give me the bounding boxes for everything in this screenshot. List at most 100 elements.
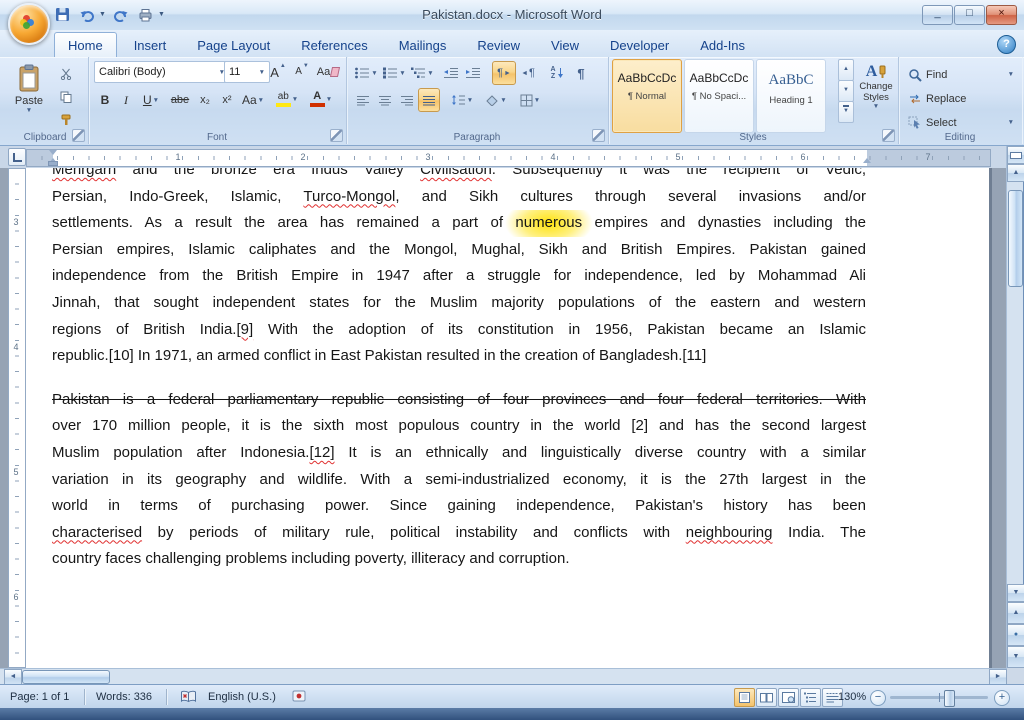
- print-layout-view-button[interactable]: [734, 688, 755, 707]
- increase-indent-button[interactable]: [462, 61, 484, 85]
- cut-button[interactable]: [52, 62, 80, 86]
- web-layout-view-button[interactable]: [778, 688, 799, 707]
- tab-mailings[interactable]: Mailings: [385, 32, 461, 57]
- tab-home[interactable]: Home: [54, 32, 117, 57]
- previous-page-button[interactable]: ▲: [1007, 602, 1024, 624]
- styles-dialog-launcher[interactable]: [882, 129, 895, 142]
- multilevel-list-button[interactable]: ▼: [408, 61, 436, 85]
- gallery-more-button[interactable]: ▼: [838, 101, 854, 123]
- show-hide-pilcrow-button[interactable]: ¶: [570, 61, 592, 85]
- numbering-button[interactable]: ▼: [380, 61, 408, 85]
- redo-button[interactable]: [111, 5, 131, 24]
- underline-button[interactable]: U ▼: [136, 88, 166, 112]
- horizontal-ruler[interactable]: 1 2 3 4 5 6 7: [26, 149, 991, 167]
- undo-button[interactable]: [77, 5, 97, 24]
- vertical-scroll-thumb[interactable]: [1008, 190, 1023, 287]
- font-dialog-launcher[interactable]: [330, 129, 343, 142]
- bold-button[interactable]: B: [94, 88, 116, 112]
- font-size-combo[interactable]: 11 ▼: [224, 61, 270, 83]
- word-count[interactable]: Words: 336: [92, 685, 156, 709]
- zoom-out-button[interactable]: −: [870, 690, 886, 706]
- line-spacing-button[interactable]: ▼: [446, 88, 478, 112]
- language-indicator[interactable]: English (U.S.): [204, 685, 280, 709]
- left-indent-marker[interactable]: [48, 161, 58, 166]
- tab-review[interactable]: Review: [463, 32, 534, 57]
- paste-button[interactable]: Paste ▼: [7, 59, 51, 139]
- zoom-slider[interactable]: [890, 690, 988, 707]
- tab-view[interactable]: View: [537, 32, 593, 57]
- bullets-button[interactable]: ▼: [352, 61, 380, 85]
- gallery-scroll-down-button[interactable]: ▼: [838, 80, 854, 102]
- gallery-scroll-up-button[interactable]: ▲: [838, 59, 854, 81]
- next-page-button[interactable]: ▼: [1007, 646, 1024, 668]
- shading-button[interactable]: ▼: [480, 88, 512, 112]
- tab-selector[interactable]: [8, 148, 26, 166]
- save-button[interactable]: [52, 5, 72, 24]
- shrink-font-button[interactable]: A ▼: [290, 60, 314, 84]
- ribbon: Paste ▼ Clipboard Calibri (Body) ▼ 11 ▼ …: [0, 57, 1024, 146]
- borders-button[interactable]: ▼: [514, 88, 546, 112]
- close-button[interactable]: ×: [986, 5, 1017, 25]
- italic-button[interactable]: I: [116, 88, 136, 112]
- minimize-button[interactable]: _: [922, 5, 953, 25]
- select-button[interactable]: Select ▼: [904, 111, 1018, 134]
- zoom-in-button[interactable]: +: [994, 690, 1010, 706]
- change-case-button[interactable]: Aa ▼: [238, 88, 268, 112]
- style-no-spaci[interactable]: AaBbCcDc ¶ No Spaci...: [684, 59, 754, 133]
- tab-developer[interactable]: Developer: [596, 32, 683, 57]
- grow-font-button[interactable]: A ▲: [266, 60, 290, 84]
- macro-record-icon[interactable]: [292, 690, 306, 702]
- align-center-button[interactable]: [374, 88, 396, 112]
- quick-print-button[interactable]: [136, 5, 156, 24]
- superscript-button[interactable]: x²: [216, 88, 238, 112]
- tab-references[interactable]: References: [287, 32, 381, 57]
- change-styles-button[interactable]: A Change Styles ▼: [856, 59, 896, 136]
- vertical-scrollbar[interactable]: ▲ ▼ ▲ ● ▼: [1006, 146, 1024, 668]
- customize-qat-icon[interactable]: ▼: [158, 11, 165, 18]
- help-icon[interactable]: ?: [997, 35, 1016, 54]
- right-to-left-direction-button[interactable]: ◄ ¶: [516, 61, 540, 85]
- tab-page-layout[interactable]: Page Layout: [183, 32, 284, 57]
- scroll-up-button[interactable]: ▲: [1007, 164, 1024, 182]
- misspelled-word: [9]: [236, 320, 254, 338]
- strikethrough-button[interactable]: abe: [166, 88, 194, 112]
- style-normal[interactable]: AaBbCcDc ¶ Normal: [612, 59, 682, 133]
- outline-view-button[interactable]: [800, 688, 821, 707]
- clipboard-dialog-launcher[interactable]: [72, 129, 85, 142]
- align-right-button[interactable]: [396, 88, 418, 112]
- subscript-button[interactable]: x₂: [194, 88, 216, 112]
- ruler-toggle-button[interactable]: [1007, 146, 1024, 164]
- undo-dropdown-icon[interactable]: ▼: [99, 11, 106, 18]
- tab-insert[interactable]: Insert: [120, 32, 181, 57]
- document-page[interactable]: Mehrgarh and the bronze era Indus Valley…: [26, 168, 989, 668]
- style-heading-1[interactable]: AaBbC Heading 1: [756, 59, 826, 133]
- align-left-button[interactable]: [352, 88, 374, 112]
- find-button[interactable]: Find ▼: [904, 63, 1018, 86]
- decrease-indent-button[interactable]: [440, 61, 462, 85]
- horizontal-scrollbar[interactable]: ◄ ►: [0, 668, 1007, 686]
- scroll-down-button[interactable]: ▼: [1007, 584, 1024, 602]
- proofing-status-icon[interactable]: [180, 690, 197, 703]
- select-browse-object-button[interactable]: ●: [1007, 624, 1024, 646]
- sort-button[interactable]: AZ: [544, 61, 570, 85]
- replace-button[interactable]: Replace: [904, 87, 1018, 110]
- text-highlight-button[interactable]: ab ▼: [270, 87, 304, 111]
- zoom-slider-thumb[interactable]: [944, 690, 955, 707]
- copy-button[interactable]: [52, 85, 80, 109]
- font-name-combo[interactable]: Calibri (Body) ▼: [94, 61, 230, 83]
- font-color-button[interactable]: A ▼: [304, 87, 338, 111]
- vertical-ruler[interactable]: 3 4 5 6: [8, 168, 26, 668]
- justify-button[interactable]: [418, 88, 440, 112]
- full-screen-reading-view-button[interactable]: [756, 688, 777, 707]
- right-indent-marker[interactable]: [863, 158, 871, 163]
- horizontal-scroll-thumb[interactable]: [22, 670, 110, 684]
- zoom-level[interactable]: 130%: [834, 685, 870, 709]
- paragraph-dialog-launcher[interactable]: [592, 129, 605, 142]
- clear-formatting-button[interactable]: Aa: [314, 60, 342, 84]
- maximize-button[interactable]: □: [954, 5, 985, 25]
- left-to-right-direction-button[interactable]: ¶ ►: [492, 61, 516, 85]
- office-button[interactable]: [8, 3, 50, 45]
- first-line-indent-marker[interactable]: [49, 150, 57, 155]
- page-indicator[interactable]: Page: 1 of 1: [6, 685, 73, 709]
- tab-add-ins[interactable]: Add-Ins: [686, 32, 759, 57]
